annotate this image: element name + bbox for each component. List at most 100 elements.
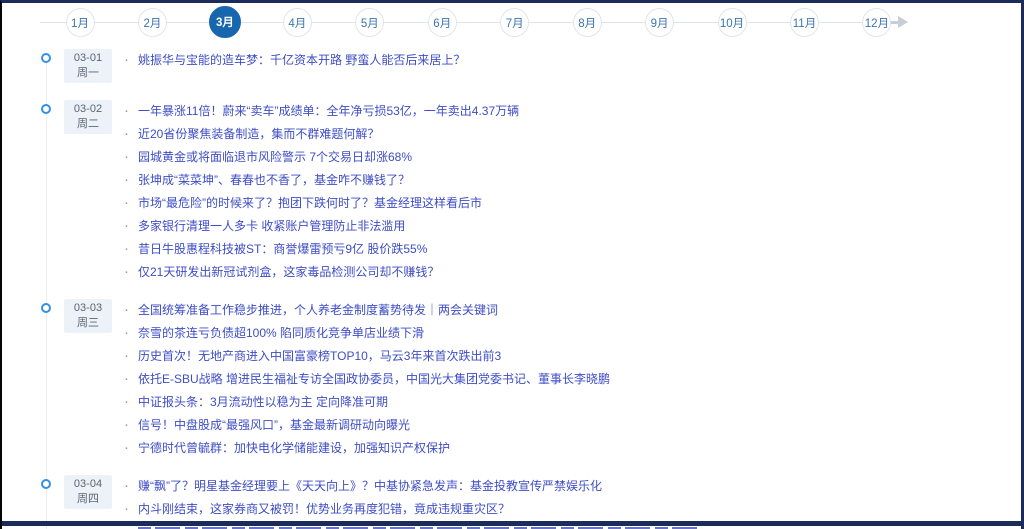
month-tab-label: 9月 <box>651 15 669 31</box>
bullet-icon: · <box>124 497 129 520</box>
month-tab-label: 2月 <box>143 15 161 31</box>
weekday-label: 周二 <box>64 117 112 132</box>
bullet-icon: · <box>124 191 129 214</box>
month-tab-8[interactable]: 8月 <box>573 8 602 37</box>
news-item: · 多家银行清理一人多卡 收紧账户管理防止非法滥用 <box>124 214 1021 237</box>
news-link[interactable]: 一年暴涨11倍！蔚来“卖车”成绩单：全年净亏损53亿，一年卖出4.37万辆 <box>138 102 519 119</box>
news-link[interactable]: 内斗刚结束，这家券商又被罚！优势业务再度犯错，竟成违规重灾区？ <box>138 500 510 517</box>
news-link[interactable]: 依托E-SBU战略 增进民生福祉专访全国政协委员，中国光大集团党委书记、董事长李… <box>138 370 610 387</box>
month-tab-label: 4月 <box>288 15 306 31</box>
timeline-list: 03-01 周一 · 姚振华与宝能的造车梦：千亿资本开路 野蛮人能否后来居上？ … <box>2 48 1021 529</box>
timeline-group: 03-01 周一 · 姚振华与宝能的造车梦：千亿资本开路 野蛮人能否后来居上？ <box>2 48 1021 84</box>
month-tab-label: 7月 <box>506 15 524 31</box>
month-tab-11[interactable]: 11月 <box>790 8 819 37</box>
month-tab-label: 8月 <box>578 15 596 31</box>
month-tab-label: 10月 <box>720 15 744 31</box>
news-link[interactable]: 近20省份聚焦装备制造，集而不群难题何解？ <box>138 125 379 142</box>
news-link[interactable]: 昔日牛股惠程科技被ST：商誉爆雷预亏9亿 股价跌55% <box>138 240 427 257</box>
month-tab-3[interactable]: 3月 <box>209 6 241 38</box>
timeline-node-icon <box>41 53 51 63</box>
month-tab-9[interactable]: 9月 <box>645 8 674 37</box>
news-item: · 一年暴涨11倍！蔚来“卖车”成绩单：全年净亏损53亿，一年卖出4.37万辆 <box>124 99 1021 122</box>
news-item: · 赚“飘”了？明星基金经理要上《天天向上》？中基协紧急发声：基金投教宣传严禁娱… <box>124 474 1021 497</box>
news-item: · 信号！中盘股成“最强风口”，基金最新调研动向曝光 <box>124 413 1021 436</box>
bullet-icon: · <box>124 413 129 436</box>
timeline-node-icon <box>41 104 51 114</box>
news-link[interactable]: 张坤成“菜菜坤”、春春也不香了，基金咋不赚钱了？ <box>138 171 410 188</box>
news-link[interactable]: 赚“飘”了？明星基金经理要上《天天向上》？中基协紧急发声：基金投教宣传严禁娱乐化 <box>138 477 602 494</box>
news-list: · 一年暴涨11倍！蔚来“卖车”成绩单：全年净亏损53亿，一年卖出4.37万辆 … <box>124 99 1021 283</box>
month-tab-label: 1月 <box>71 15 89 31</box>
app-window: 1月 2月 3月 4月 5月 6月 7月 8月 9月 10月 11月 12月 0… <box>0 0 1024 529</box>
news-link[interactable]: 全国统筹准备工作稳步推进，个人养老金制度蓄势待发｜两会关键词 <box>138 301 498 318</box>
month-tab-6[interactable]: 6月 <box>428 8 457 37</box>
news-item: · 宁德时代曾毓群：加快电化学储能建设，加强知识产权保护 <box>124 436 1021 459</box>
timeline-group: 03-03 周三 · 全国统筹准备工作稳步推进，个人养老金制度蓄势待发｜两会关键… <box>2 298 1021 459</box>
news-link[interactable]: 中证报头条：3月流动性以稳为主 定向降准可期 <box>138 393 388 410</box>
news-item: · 全国统筹准备工作稳步推进，个人养老金制度蓄势待发｜两会关键词 <box>124 298 1021 321</box>
month-nav: 1月 2月 3月 4月 5月 6月 7月 8月 9月 10月 11月 12月 <box>2 3 1021 43</box>
date-badge: 03-02 周二 <box>64 100 112 134</box>
month-tab-label: 12月 <box>865 15 889 31</box>
month-tab-1[interactable]: 1月 <box>66 8 95 37</box>
news-item: · 市场“最危险”的时候来了？抱团下跌何时了？基金经理这样看后市 <box>124 191 1021 214</box>
news-item: · 园城黄金或将面临退市风险警示 7个交易日却涨68% <box>124 145 1021 168</box>
news-item: · 昔日牛股惠程科技被ST：商誉爆雷预亏9亿 股价跌55% <box>124 237 1021 260</box>
news-item: · 内斗刚结束，这家券商又被罚！优势业务再度犯错，竟成违规重灾区？ <box>124 497 1021 520</box>
bullet-icon: · <box>124 367 129 390</box>
news-link[interactable]: 奈雪的茶连亏负债超100% 陷同质化竞争单店业绩下滑 <box>138 324 424 341</box>
news-item: · 张坤成“菜菜坤”、春春也不香了，基金咋不赚钱了？ <box>124 168 1021 191</box>
month-tab-10[interactable]: 10月 <box>718 8 747 37</box>
news-item: · 近20省份聚焦装备制造，集而不群难题何解？ <box>124 122 1021 145</box>
bullet-icon: · <box>124 260 129 283</box>
month-tab-label: 6月 <box>433 15 451 31</box>
date-badge: 03-01 周一 <box>64 49 112 83</box>
bullet-icon: · <box>124 214 129 237</box>
date-label: 03-02 <box>64 102 112 117</box>
news-list: · 全国统筹准备工作稳步推进，个人养老金制度蓄势待发｜两会关键词 · 奈雪的茶连… <box>124 298 1021 459</box>
bullet-icon: · <box>124 122 129 145</box>
news-item: · 依托E-SBU战略 增进民生福祉专访全国政协委员，中国光大集团党委书记、董事… <box>124 367 1021 390</box>
bullet-icon: · <box>124 436 129 459</box>
news-link[interactable]: 仅21天研发出新冠试剂盒，这家毒品检测公司却不赚钱？ <box>138 263 439 280</box>
date-label: 03-03 <box>64 301 112 316</box>
date-badge: 03-04 周四 <box>64 475 112 509</box>
month-tab-5[interactable]: 5月 <box>355 8 384 37</box>
news-link[interactable]: 姚振华与宝能的造车梦：千亿资本开路 野蛮人能否后来居上？ <box>138 51 465 68</box>
bullet-icon: · <box>124 344 129 367</box>
news-list: · 姚振华与宝能的造车梦：千亿资本开路 野蛮人能否后来居上？ <box>124 48 1021 71</box>
month-tab-label: 3月 <box>216 14 234 30</box>
weekday-label: 周四 <box>64 492 112 507</box>
weekday-label: 周一 <box>64 66 112 81</box>
month-tab-12[interactable]: 12月 <box>862 8 891 37</box>
news-link[interactable]: 市场“最危险”的时候来了？抱团下跌何时了？基金经理这样看后市 <box>138 194 482 211</box>
news-item: · 仅21天研发出新冠试剂盒，这家毒品检测公司却不赚钱？ <box>124 260 1021 283</box>
timeline-content: 03-01 周一 · 姚振华与宝能的造车梦：千亿资本开路 野蛮人能否后来居上？ … <box>2 43 1021 529</box>
timeline-node-icon <box>41 303 51 313</box>
news-item: · 奈雪的茶连亏负债超100% 陷同质化竞争单店业绩下滑 <box>124 321 1021 344</box>
bullet-icon: · <box>124 390 129 413</box>
bullet-icon: · <box>124 99 129 122</box>
bullet-icon: · <box>124 48 129 71</box>
month-tab-7[interactable]: 7月 <box>500 8 529 37</box>
month-tab-label: 5月 <box>361 15 379 31</box>
bullet-icon: · <box>124 474 129 497</box>
date-badge: 03-03 周三 <box>64 299 112 333</box>
news-link[interactable]: 多家银行清理一人多卡 收紧账户管理防止非法滥用 <box>138 217 405 234</box>
news-link[interactable]: 宁德时代曾毓群：加快电化学储能建设，加强知识产权保护 <box>138 439 450 456</box>
timeline-node-icon <box>41 479 51 489</box>
bullet-icon: · <box>124 168 129 191</box>
news-link[interactable]: 历史首次！无地产商进入中国富豪榜TOP10，马云3年来首次跌出前3 <box>138 347 501 364</box>
bullet-icon: · <box>124 237 129 260</box>
bottom-border <box>2 521 1021 526</box>
month-tab-2[interactable]: 2月 <box>138 8 167 37</box>
date-label: 03-04 <box>64 477 112 492</box>
month-tab-label: 11月 <box>793 15 816 31</box>
bullet-icon: · <box>124 145 129 168</box>
news-link[interactable]: 园城黄金或将面临退市风险警示 7个交易日却涨68% <box>138 148 412 165</box>
news-item: · 姚振华与宝能的造车梦：千亿资本开路 野蛮人能否后来居上？ <box>124 48 1021 71</box>
arrow-right-icon[interactable] <box>898 16 908 28</box>
month-tab-4[interactable]: 4月 <box>283 8 312 37</box>
nav-line <box>40 22 890 23</box>
news-link[interactable]: 信号！中盘股成“最强风口”，基金最新调研动向曝光 <box>138 416 410 433</box>
